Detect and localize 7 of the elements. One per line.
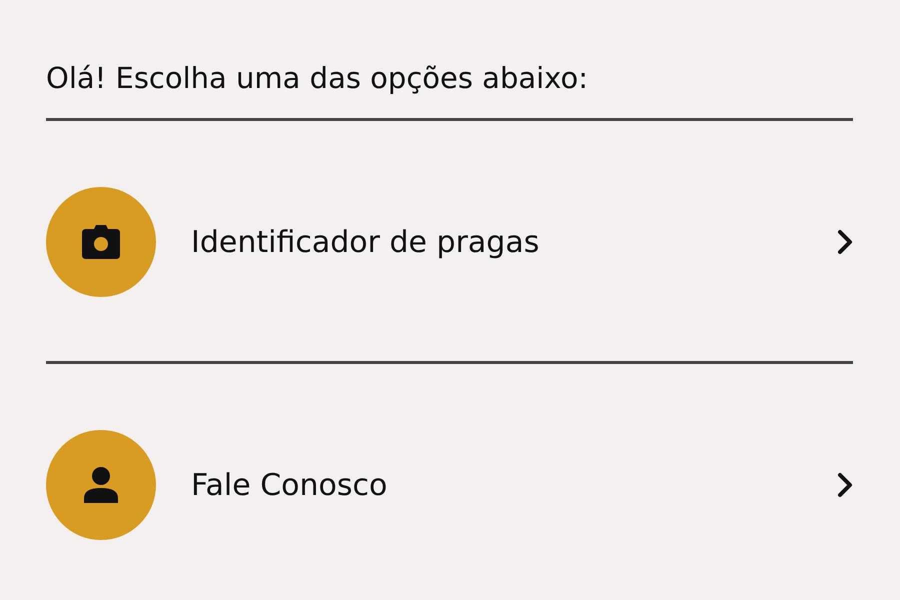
menu-option[interactable]: Fale Conosco: [46, 430, 853, 540]
menu-option[interactable]: Identificador de pragas: [46, 187, 853, 297]
chevron-icon: [837, 229, 853, 255]
option-label: Identificador de pragas: [191, 224, 540, 260]
chevron-icon: [837, 472, 853, 498]
option-label: Fale Conosco: [191, 468, 388, 502]
greeting-text: Olá! Escolha uma das opções abaixo:: [46, 60, 589, 97]
